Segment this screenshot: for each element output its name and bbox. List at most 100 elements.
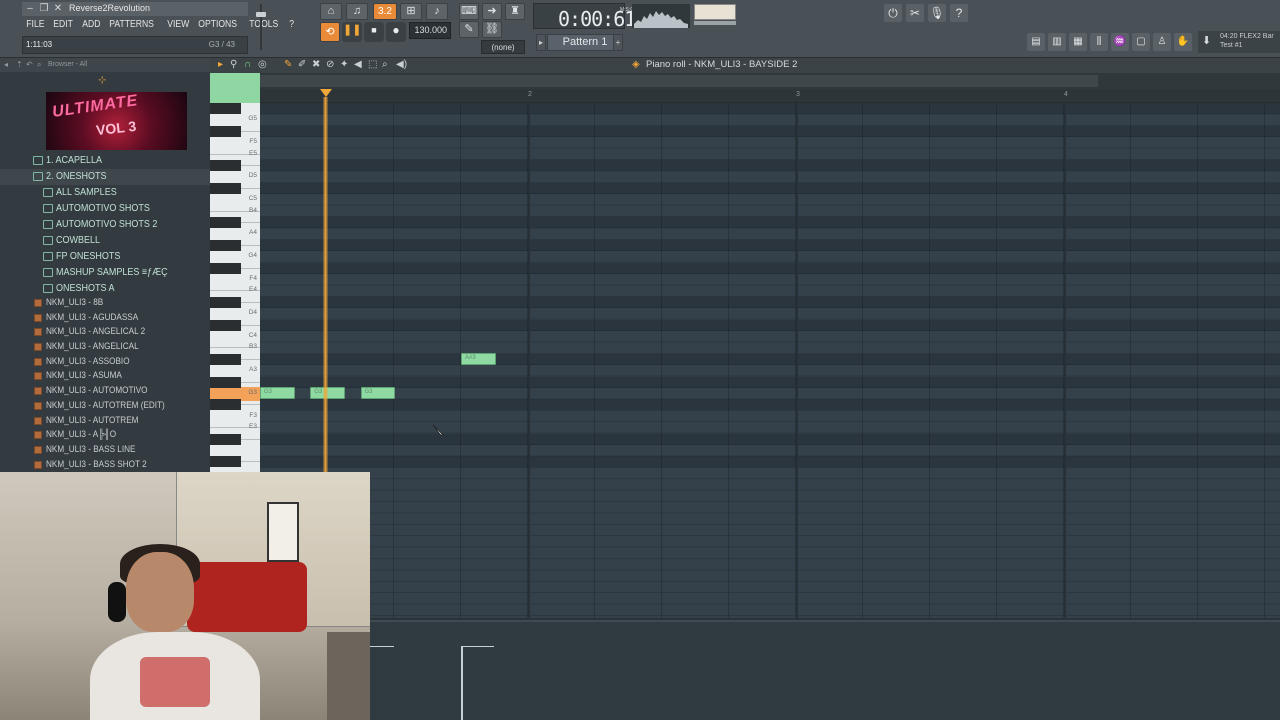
folder-item[interactable]: ALL SAMPLES [0,185,210,201]
folder-item[interactable]: AUTOMOTIVO SHOTS [0,201,210,217]
playhead-marker[interactable] [320,89,332,97]
timeline-ruler[interactable]: 2 3 4 [260,89,1280,103]
menu-edit[interactable]: EDIT [49,17,77,33]
sample-file-item[interactable]: NKM_ULI3 - AUTOMOTIVO [0,384,210,399]
select-tool-icon[interactable]: ⬚ [368,59,377,70]
search-icon[interactable]: ⌕ [37,60,41,70]
pack-cover-art[interactable]: ULTIMATE VOL 3 [46,92,187,150]
menu-options[interactable]: OPTIONS [194,17,241,33]
note-grid[interactable]: G3 G3 G3 A#3 [260,103,1280,618]
sample-file-item[interactable]: NKM_ULI3 - A╠╢O [0,428,210,443]
typing-keyboard-icon[interactable]: ⌨ [459,3,479,20]
plugin-icon[interactable]: ♙ [1153,33,1171,51]
pattern-song-toggle-icon[interactable]: ⌂ [320,3,342,20]
piano-roll-overview[interactable] [260,73,1280,89]
menu-patterns[interactable]: PATTERNS [105,17,158,33]
restore-icon[interactable]: ❐ [38,3,50,15]
snap-icon[interactable]: ∩ [244,59,251,70]
sample-file-item[interactable]: NKM_ULI3 - ANGELICAL 2 [0,325,210,340]
menu-help[interactable]: ? [285,17,298,33]
link-icon[interactable]: ⛓ [482,21,502,38]
folder-item[interactable]: 2. ONESHOTS [0,169,210,185]
black-key-row [260,376,1280,388]
collapse-icon[interactable]: ⇡ [16,60,23,69]
zoom-tool-icon[interactable]: ⌕ [382,59,388,70]
sample-file-item[interactable]: NKM_ULI3 - ASUMA [0,369,210,384]
piano-roll-icon[interactable]: ▦ [1069,33,1087,51]
paint-tool-icon[interactable]: ✐ [298,59,306,70]
microphone-icon[interactable]: 🎙 [928,4,946,22]
sample-file-item[interactable]: NKM_ULI3 - AUTOTREM [0,414,210,429]
folder-item[interactable]: AUTOMOTIVO SHOTS 2 [0,217,210,233]
mute-tool-icon[interactable]: ⊘ [326,59,334,70]
plugin-picker-icon[interactable]: ♒ [1111,33,1129,51]
pencil-tool-icon[interactable]: ✎ [284,59,292,70]
playback-tool-icon[interactable]: ◀) [396,59,407,70]
cut-icon[interactable]: ✂ [906,4,924,22]
song-time-display[interactable]: 0:00:61 M:S:CS [533,3,637,31]
midi-note[interactable]: A#3 [461,352,496,365]
folder-item[interactable]: 1. ACAPELLA [0,153,210,169]
sample-file-item[interactable]: NKM_ULI3 - BASS LINE [0,443,210,458]
sample-file-item[interactable]: NKM_ULI3 - AGUDASSA [0,311,210,326]
back-icon[interactable]: ↶ [26,60,33,69]
channel-rack-icon[interactable]: ▥ [1048,33,1066,51]
pattern-add-icon[interactable]: + [613,34,623,51]
velocity-event-pane[interactable] [370,620,1280,720]
magnet-icon[interactable]: ⚲ [230,59,237,70]
mixer-icon[interactable]: ⫼ [1090,33,1108,51]
close-icon[interactable]: ✕ [52,3,64,15]
help-icon[interactable]: ? [950,4,968,22]
metronome-icon[interactable]: ♫ [346,3,368,20]
horizontal-scrollbar[interactable] [260,75,1098,87]
folder-label: ONESHOTS A [56,283,115,294]
key-label: A3 [249,366,257,374]
arrow-right-icon[interactable]: ➜ [482,3,502,20]
browser-icon[interactable]: ▢ [1132,33,1150,51]
pause-button[interactable]: ❚❚ [342,22,362,42]
touch-keyboard-icon[interactable]: ✋ [1174,33,1192,51]
piano-keyboard[interactable]: G5 F5 E5 D5 C5 B4 A4 G4 F4 E4 D4 C4 B3 A3 G3 F3 E3 [210,103,260,472]
midi-note[interactable]: G3 [260,387,295,399]
arrow-left-icon[interactable]: ◂ [4,60,8,69]
news-panel[interactable]: ⬇ 04:20 FLEX2 Bar Test #1 [1198,31,1280,53]
menu-file[interactable]: FILE [22,17,49,33]
slip-tool-icon[interactable]: ✦ [340,59,348,70]
sample-file-item[interactable]: NKM_ULI3 - ASSOBIO [0,355,210,370]
folder-item[interactable]: COWBELL [0,233,210,249]
pattern-selector[interactable]: Pattern 1 [547,34,623,51]
loop-record-icon[interactable]: ⟲ [320,22,340,42]
stamp-icon[interactable]: ◎ [258,59,267,70]
master-volume-slider[interactable] [256,4,266,50]
tempo-display[interactable]: 130.000 [409,22,451,39]
folder-item[interactable]: FP ONESHOTS [0,249,210,265]
sample-file-item[interactable]: NKM_ULI3 - AUTOTREM (EDIT) [0,399,210,414]
black-key-row [260,353,1280,365]
delete-tool-icon[interactable]: ✖ [312,59,320,70]
blend-notes-icon[interactable]: ♜ [505,3,525,20]
add-icon[interactable]: ⊹ [98,75,106,86]
folder-item[interactable]: ONESHOTS A [0,281,210,297]
volume-handle[interactable] [256,12,266,17]
menu-view[interactable]: VIEW [163,17,194,33]
minimize-icon[interactable]: – [24,3,36,15]
velocity-bar[interactable] [461,646,463,720]
pencil-icon[interactable]: ✎ [459,21,479,38]
step-edit-icon[interactable]: ⊞ [400,3,422,20]
beat-indicator[interactable]: 3.2 [373,3,397,20]
slice-tool-icon[interactable]: ◀ [354,59,362,70]
sample-file-item[interactable]: NKM_ULI3 - BASS SHOT 2 [0,458,210,473]
power-icon[interactable]: ⏻ [884,4,902,22]
snap-selector[interactable]: (none) [481,40,525,54]
playlist-icon[interactable]: ▤ [1027,33,1045,51]
folder-item[interactable]: MASHUP SAMPLES ≡ƒÆÇ [0,265,210,281]
sample-file-item[interactable]: NKM_ULI3 - ANGELICAL [0,340,210,355]
pattern-prev-icon[interactable]: ▸ [536,34,546,51]
record-button[interactable]: ● [386,22,406,42]
sample-file-item[interactable]: NKM_ULI3 - 8B [0,296,210,311]
menu-add[interactable]: ADD [78,17,105,33]
wait-input-icon[interactable]: ♪ [426,3,448,20]
menu-arrow-icon[interactable]: ▸ [218,59,223,70]
midi-note[interactable]: G3 [360,387,395,399]
stop-button[interactable]: ■ [364,22,384,42]
